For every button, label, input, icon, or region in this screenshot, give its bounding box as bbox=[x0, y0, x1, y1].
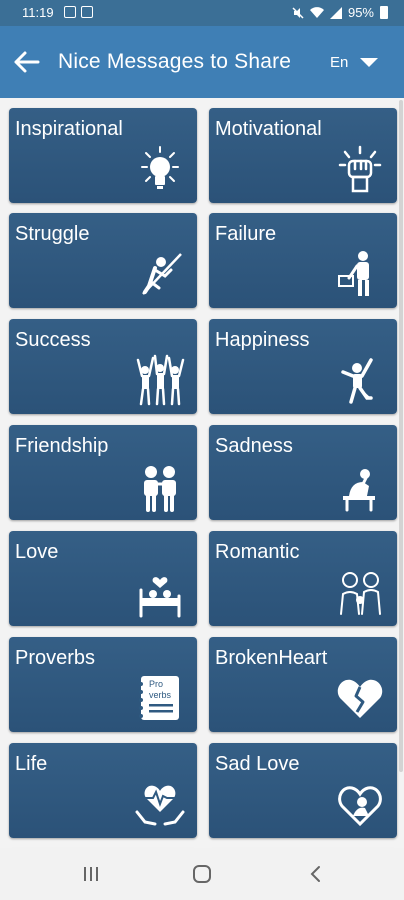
climbing-icon bbox=[142, 253, 182, 295]
mute-icon bbox=[292, 6, 304, 19]
signal-icon bbox=[329, 6, 342, 19]
category-label: Proverbs bbox=[15, 647, 96, 669]
category-label: Struggle bbox=[15, 223, 90, 245]
category-motivational[interactable]: Motivational bbox=[209, 108, 397, 203]
category-failure[interactable]: Failure bbox=[209, 213, 397, 308]
proverbs-notebook-icon: Pro verbs bbox=[139, 676, 179, 720]
back-nav-button[interactable] bbox=[300, 860, 330, 888]
category-label: Friendship bbox=[15, 435, 109, 457]
gallery-notification-icon bbox=[64, 6, 76, 18]
sad-person-icon bbox=[343, 469, 375, 512]
broken-heart-icon bbox=[337, 679, 383, 718]
status-bar: 11:19 95% bbox=[0, 0, 404, 26]
category-label: BrokenHeart bbox=[215, 647, 328, 669]
recent-apps-button[interactable] bbox=[76, 860, 106, 888]
back-button[interactable] bbox=[8, 44, 44, 80]
category-label: Romantic bbox=[215, 541, 300, 563]
category-success[interactable]: Success bbox=[9, 319, 197, 414]
home-icon bbox=[193, 865, 211, 883]
friends-icon bbox=[144, 466, 176, 512]
failure-person-icon bbox=[338, 251, 369, 296]
category-proverbs[interactable]: Proverbs Pro verbs bbox=[9, 637, 197, 732]
category-struggle[interactable]: Struggle bbox=[9, 213, 197, 308]
celebrating-group-icon bbox=[136, 354, 185, 406]
battery-percent: 95% bbox=[347, 5, 374, 20]
battery-icon bbox=[380, 6, 388, 19]
dropdown-arrow-icon[interactable] bbox=[360, 58, 378, 67]
jumping-person-icon bbox=[341, 358, 373, 404]
fist-icon bbox=[338, 145, 382, 193]
category-brokenheart[interactable]: BrokenHeart bbox=[209, 637, 397, 732]
sad-heart-icon bbox=[338, 786, 382, 827]
category-grid: Inspirational Motivational Struggle Fail… bbox=[0, 98, 404, 848]
svg-text:verbs: verbs bbox=[149, 690, 172, 700]
back-arrow-icon bbox=[14, 51, 40, 73]
category-sadness[interactable]: Sadness bbox=[209, 425, 397, 520]
scrollbar[interactable] bbox=[399, 100, 403, 772]
category-sad-love[interactable]: Sad Love bbox=[209, 743, 397, 838]
category-label: Success bbox=[15, 329, 91, 351]
home-button[interactable] bbox=[187, 860, 217, 888]
category-label: Sadness bbox=[215, 435, 293, 457]
app-bar: Nice Messages to Share En bbox=[0, 26, 404, 98]
category-label: Inspirational bbox=[15, 118, 123, 140]
category-love[interactable]: Love bbox=[9, 531, 197, 626]
category-label: Motivational bbox=[215, 118, 322, 140]
system-nav-bar bbox=[0, 848, 404, 900]
language-selector[interactable]: En bbox=[330, 54, 348, 71]
romantic-couple-icon bbox=[340, 572, 381, 615]
heart-hands-icon bbox=[135, 785, 185, 826]
category-friendship[interactable]: Friendship bbox=[9, 425, 197, 520]
category-happiness[interactable]: Happiness bbox=[209, 319, 397, 414]
category-label: Failure bbox=[215, 223, 277, 245]
recent-apps-icon bbox=[84, 867, 98, 881]
wifi-icon bbox=[309, 6, 324, 18]
category-label: Love bbox=[15, 541, 59, 563]
app-notification-icon bbox=[81, 6, 93, 18]
category-label: Life bbox=[15, 753, 48, 775]
couple-bed-icon bbox=[139, 577, 181, 618]
status-time: 11:19 bbox=[22, 5, 54, 20]
svg-text:Pro: Pro bbox=[149, 679, 163, 689]
back-nav-icon bbox=[310, 866, 320, 882]
category-inspirational[interactable]: Inspirational bbox=[9, 108, 197, 203]
category-label: Happiness bbox=[215, 329, 310, 351]
category-label: Sad Love bbox=[215, 753, 300, 775]
notification-icons bbox=[64, 6, 93, 18]
category-life[interactable]: Life bbox=[9, 743, 197, 838]
page-title: Nice Messages to Share bbox=[58, 50, 292, 73]
status-right: 95% bbox=[292, 5, 388, 20]
category-romantic[interactable]: Romantic bbox=[209, 531, 397, 626]
lightbulb-icon bbox=[141, 146, 179, 189]
